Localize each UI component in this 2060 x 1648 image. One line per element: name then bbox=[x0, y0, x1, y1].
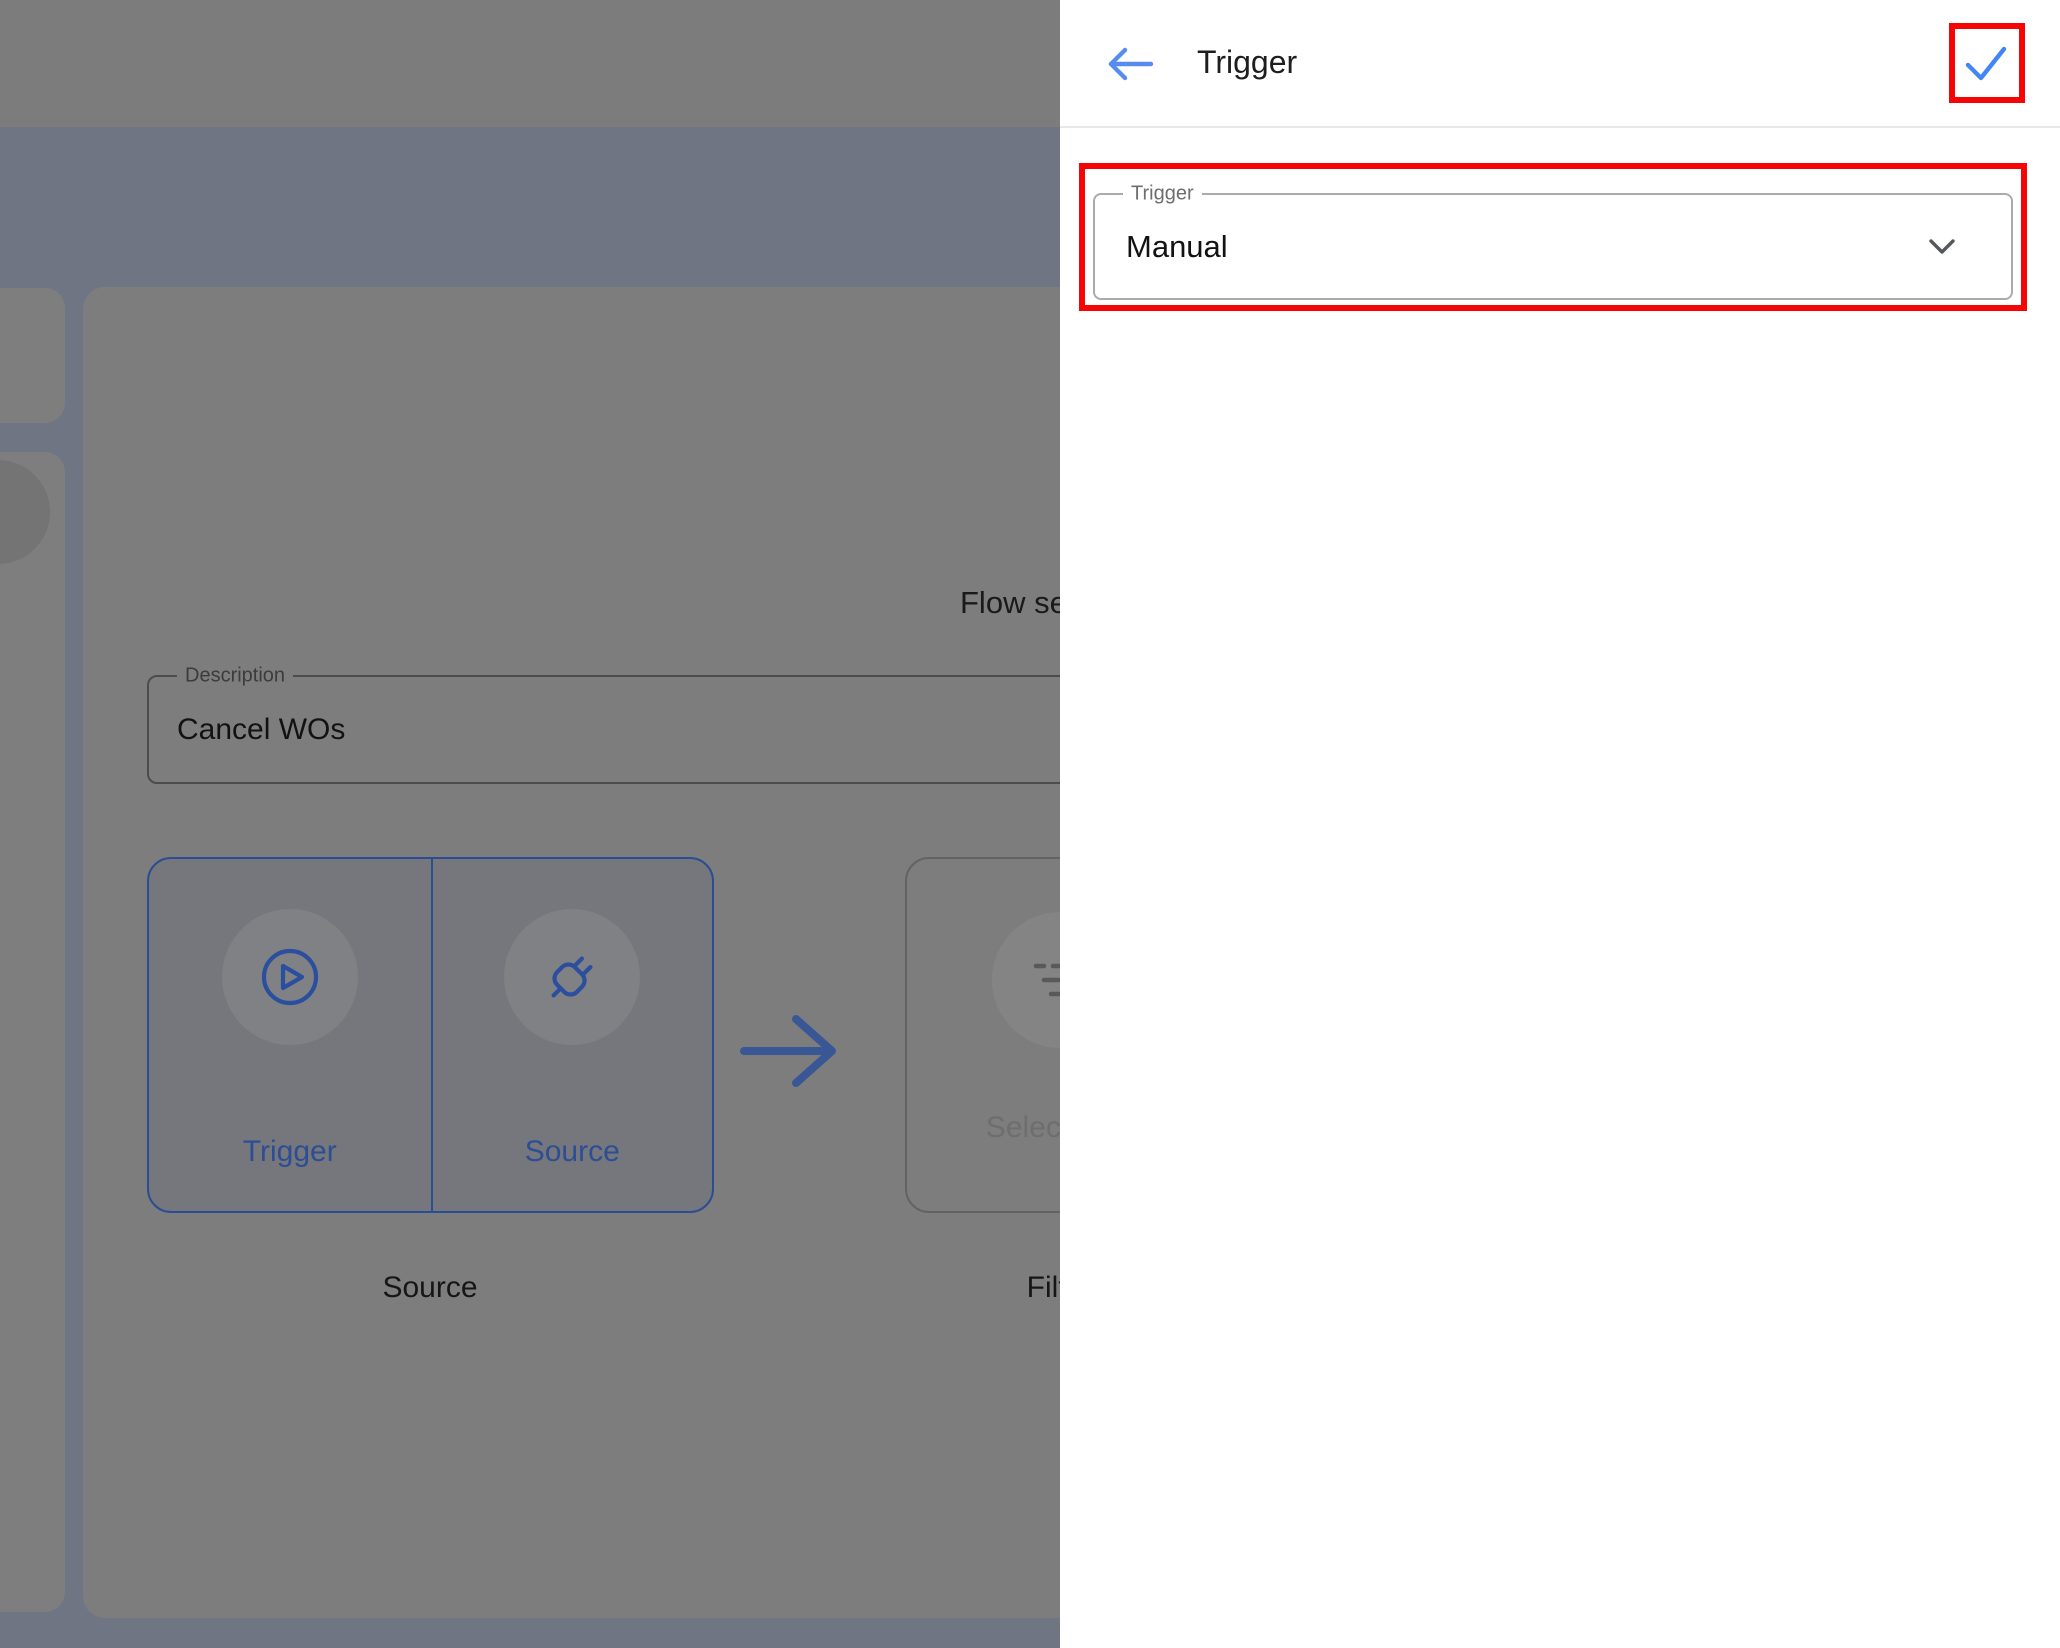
source-step-label: Source bbox=[433, 1135, 713, 1169]
play-circle-icon bbox=[258, 945, 322, 1009]
arrow-right-icon bbox=[738, 1011, 842, 1091]
trigger-select-label: Trigger bbox=[1123, 182, 1202, 205]
trigger-side-panel: Trigger Trigger Manual bbox=[1060, 0, 2060, 1648]
sidebar-panel-partial bbox=[0, 452, 65, 1612]
source-step-card[interactable]: Trigger Source bbox=[147, 857, 714, 1213]
trigger-step-half[interactable]: Trigger bbox=[149, 859, 431, 1211]
back-arrow-icon[interactable] bbox=[1104, 42, 1156, 86]
panel-header-divider bbox=[1060, 126, 2060, 128]
trigger-select-value: Manual bbox=[1095, 229, 1228, 265]
description-field-value: Cancel WOs bbox=[149, 713, 345, 747]
trigger-step-label: Trigger bbox=[149, 1135, 431, 1169]
check-icon[interactable] bbox=[1960, 40, 2010, 88]
source-step-caption: Source bbox=[382, 1271, 477, 1305]
description-field[interactable]: Description Cancel WOs bbox=[147, 675, 1197, 784]
source-icon-circle bbox=[504, 909, 640, 1045]
trigger-select-field[interactable]: Trigger Manual bbox=[1093, 193, 2013, 300]
source-step-half[interactable]: Source bbox=[431, 859, 713, 1211]
description-field-label: Description bbox=[177, 664, 293, 687]
plug-icon bbox=[539, 944, 605, 1010]
trigger-icon-circle bbox=[222, 909, 358, 1045]
sidebar-card-partial bbox=[0, 288, 65, 423]
panel-title: Trigger bbox=[1197, 44, 1297, 81]
chevron-down-icon bbox=[1929, 239, 1955, 255]
